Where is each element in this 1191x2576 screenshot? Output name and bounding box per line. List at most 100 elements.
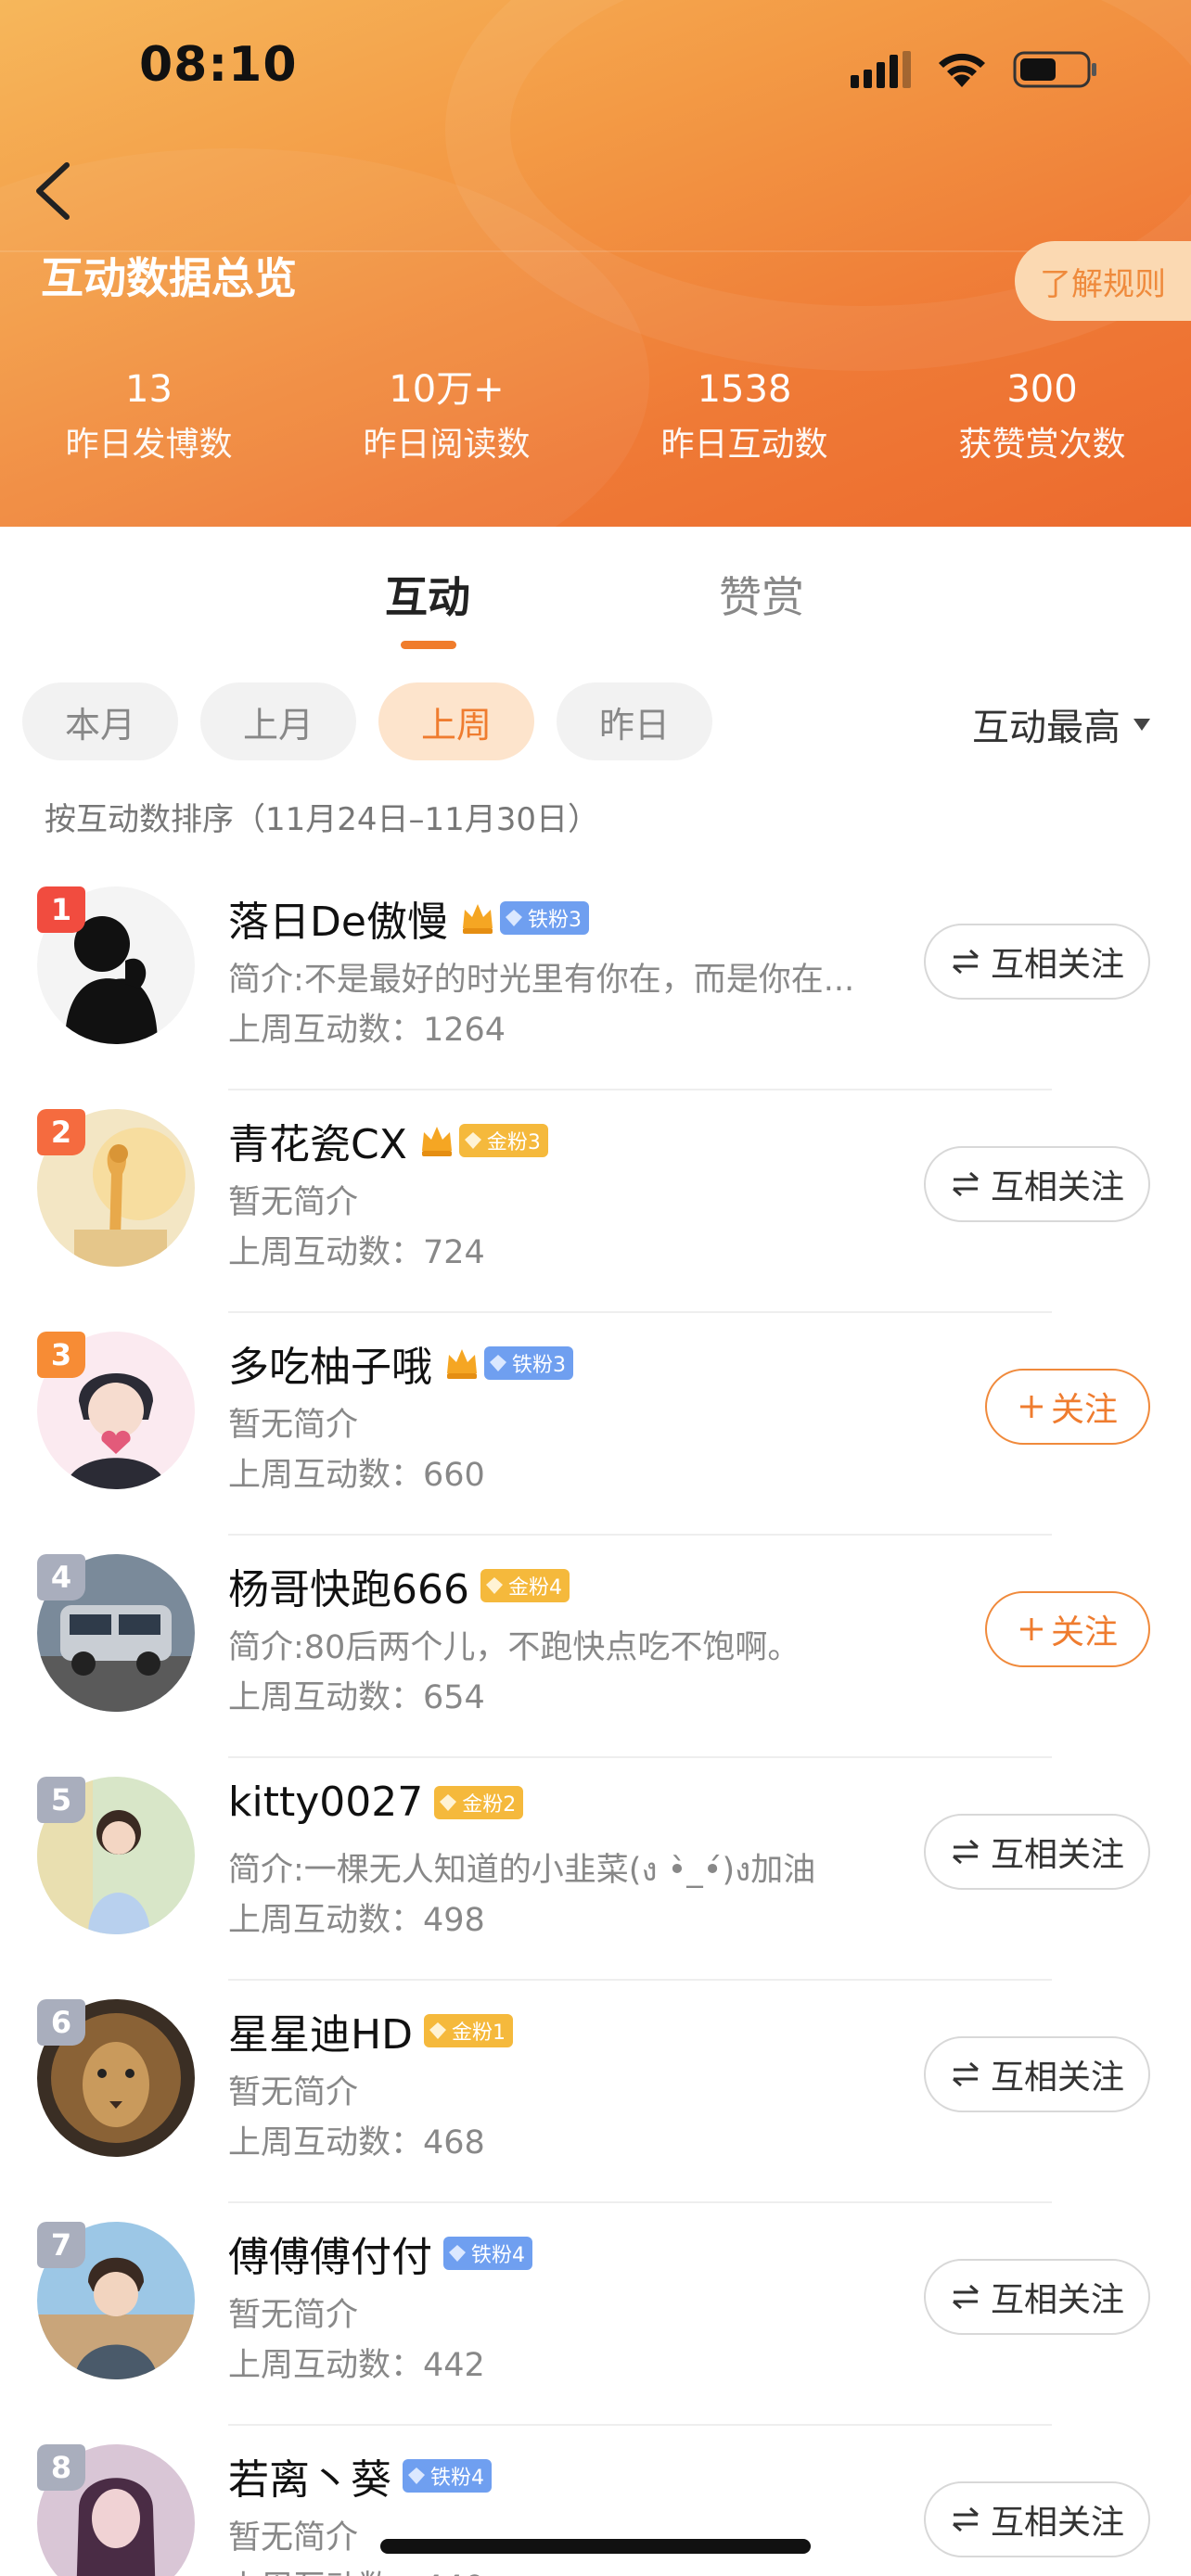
fan-badge-label: 铁粉3 <box>512 1354 566 1377</box>
fan-badge-label: 铁粉3 <box>527 909 582 932</box>
tab-bar: 互动 赞赏 <box>0 527 1191 657</box>
stat-label: 昨日互动数 <box>660 426 828 464</box>
list-item[interactable]: 1 落日De傲慢 铁粉3 简介:不是最好的时光里有你在，而是你在... 上周互动… <box>0 868 1191 1090</box>
user-name[interactable]: 落日De傲慢 <box>228 888 448 948</box>
list-item[interactable]: 4 杨哥快跑666 金粉4 简介:80后两个儿，不跑快点吃不饱啊。 上周互动数：… <box>0 1536 1191 1758</box>
swap-arrows-icon <box>952 2506 979 2532</box>
tab-interaction[interactable]: 互动 <box>385 564 470 625</box>
user-bio: 暂无简介 <box>228 2074 359 2111</box>
name-line: 若离丶葵 铁粉4 <box>228 2446 492 2506</box>
fan-badge: 金粉2 <box>434 1785 524 1819</box>
stat-label: 昨日发博数 <box>65 426 233 464</box>
gem-icon <box>429 2022 446 2039</box>
stat-posts: 13 昨日发博数 <box>0 362 298 473</box>
button-label: 关注 <box>1050 1613 1118 1651</box>
home-indicator[interactable] <box>380 2539 811 2554</box>
rank-badge: 3 <box>37 1332 85 1378</box>
stat-value: 1538 <box>697 368 792 411</box>
name-line: 杨哥快跑666 金粉4 <box>228 1556 570 1615</box>
button-label: 互相关注 <box>990 2504 1124 2542</box>
stat-value: 13 <box>125 368 173 411</box>
user-name[interactable]: 青花瓷CX <box>228 1111 407 1170</box>
fan-badge-label: 金粉4 <box>507 1576 562 1600</box>
stat-value: 300 <box>1006 368 1078 411</box>
crown-icon <box>462 904 493 934</box>
mutual-follow-button[interactable]: 互相关注 <box>924 924 1150 1000</box>
user-name[interactable]: 星星迪HD <box>228 2001 413 2060</box>
button-label: 互相关注 <box>990 1836 1124 1874</box>
rank-badge: 6 <box>37 1999 85 2046</box>
rank-badge: 4 <box>37 1554 85 1600</box>
swap-arrows-icon <box>952 2061 979 2087</box>
plus-icon <box>1019 1396 1043 1418</box>
button-label: 互相关注 <box>990 946 1124 984</box>
list-item[interactable]: 3 多吃柚子哦 铁粉3 暂无简介 上周互动数：660 关注 <box>0 1313 1191 1536</box>
plus-icon <box>1019 1618 1043 1640</box>
stat-label: 获赞赏次数 <box>958 426 1126 464</box>
fan-badge: 金粉3 <box>458 1124 548 1157</box>
list-item[interactable]: 5 kitty0027 金粉2 简介:一棵无人知道的小韭菜(ง •̀_•́)ง加… <box>0 1758 1191 1981</box>
user-name[interactable]: 杨哥快跑666 <box>228 1556 469 1615</box>
fan-badge: 铁粉4 <box>403 2459 492 2493</box>
stat-interactions: 1538 昨日互动数 <box>596 362 893 473</box>
swap-arrows-icon <box>952 2284 979 2310</box>
interaction-count: 上周互动数：498 <box>228 1902 485 1939</box>
list-item[interactable]: 2 青花瓷CX 金粉3 暂无简介 上周互动数：724 互相关注 <box>0 1090 1191 1313</box>
list-item[interactable]: 7 傅傅傅付付 铁粉4 暂无简介 上周互动数：442 互相关注 <box>0 2203 1191 2426</box>
swap-arrows-icon <box>952 1171 979 1197</box>
rank-badge: 5 <box>37 1777 85 1823</box>
follow-button[interactable]: 关注 <box>985 1369 1150 1445</box>
swap-arrows-icon <box>952 1839 979 1865</box>
mutual-follow-button[interactable]: 互相关注 <box>924 2036 1150 2112</box>
mutual-follow-button[interactable]: 互相关注 <box>924 2259 1150 2335</box>
mutual-follow-button[interactable]: 互相关注 <box>924 2481 1150 2557</box>
gem-icon <box>490 1355 506 1371</box>
rank-badge: 2 <box>37 1109 85 1155</box>
stat-rewards: 300 获赞赏次数 <box>893 362 1191 473</box>
follow-button[interactable]: 关注 <box>985 1591 1150 1667</box>
fan-badge: 铁粉3 <box>484 1346 573 1380</box>
stats-row: 13 昨日发博数 10万+ 昨日阅读数 1538 昨日互动数 300 获赞赏次数 <box>0 362 1191 473</box>
rank-badge: 8 <box>37 2444 85 2491</box>
user-name[interactable]: 傅傅傅付付 <box>228 2224 432 2283</box>
user-bio: 简介:不是最好的时光里有你在，而是你在... <box>228 962 855 999</box>
button-label: 互相关注 <box>990 2059 1124 2097</box>
fan-badge-label: 铁粉4 <box>430 2467 484 2490</box>
gem-icon <box>464 1132 481 1149</box>
tab-reward[interactable]: 赞赏 <box>719 564 804 625</box>
user-bio: 暂无简介 <box>228 1184 359 1221</box>
stat-label: 昨日阅读数 <box>363 426 531 464</box>
interaction-count: 上周互动数：442 <box>228 2347 485 2384</box>
sort-dropdown[interactable]: 互动最高 <box>972 697 1150 751</box>
fan-badge: 铁粉3 <box>499 901 589 935</box>
sort-label: 互动最高 <box>972 707 1121 749</box>
user-bio: 暂无简介 <box>228 1407 359 1444</box>
swap-arrows-icon <box>952 949 979 975</box>
user-name[interactable]: 多吃柚子哦 <box>228 1333 432 1393</box>
stat-value: 10万+ <box>389 368 505 411</box>
mutual-follow-button[interactable]: 互相关注 <box>924 1814 1150 1890</box>
user-name[interactable]: kitty0027 <box>228 1779 423 1826</box>
gem-icon <box>449 2245 466 2262</box>
cellular-signal-icon <box>851 51 911 88</box>
gem-icon <box>505 910 522 926</box>
filter-yesterday[interactable]: 昨日 <box>557 682 712 760</box>
list-item[interactable]: 6 星星迪HD 金粉1 暂无简介 上周互动数：468 互相关注 <box>0 1981 1191 2203</box>
fan-badge-label: 金粉3 <box>486 1131 541 1154</box>
user-name[interactable]: 若离丶葵 <box>228 2446 391 2506</box>
filter-last-month[interactable]: 上月 <box>200 682 356 760</box>
learn-rules-button[interactable]: 了解规则 <box>1015 241 1191 321</box>
fan-ranking-list: 1 落日De傲慢 铁粉3 简介:不是最好的时光里有你在，而是你在... 上周互动… <box>0 868 1191 2576</box>
interaction-count: 上周互动数：1264 <box>228 1012 506 1049</box>
caret-down-icon <box>1133 718 1150 731</box>
status-time: 08:10 <box>139 37 298 93</box>
fan-badge-label: 金粉2 <box>462 1792 517 1817</box>
button-label: 互相关注 <box>990 1168 1124 1206</box>
back-button[interactable] <box>28 158 83 223</box>
name-line: 傅傅傅付付 铁粉4 <box>228 2224 532 2283</box>
mutual-follow-button[interactable]: 互相关注 <box>924 1146 1150 1222</box>
interaction-count: 上周互动数：468 <box>228 2124 485 2162</box>
filter-last-week[interactable]: 上周 <box>378 682 534 760</box>
crown-icon <box>421 1127 452 1156</box>
filter-this-month[interactable]: 本月 <box>22 682 178 760</box>
